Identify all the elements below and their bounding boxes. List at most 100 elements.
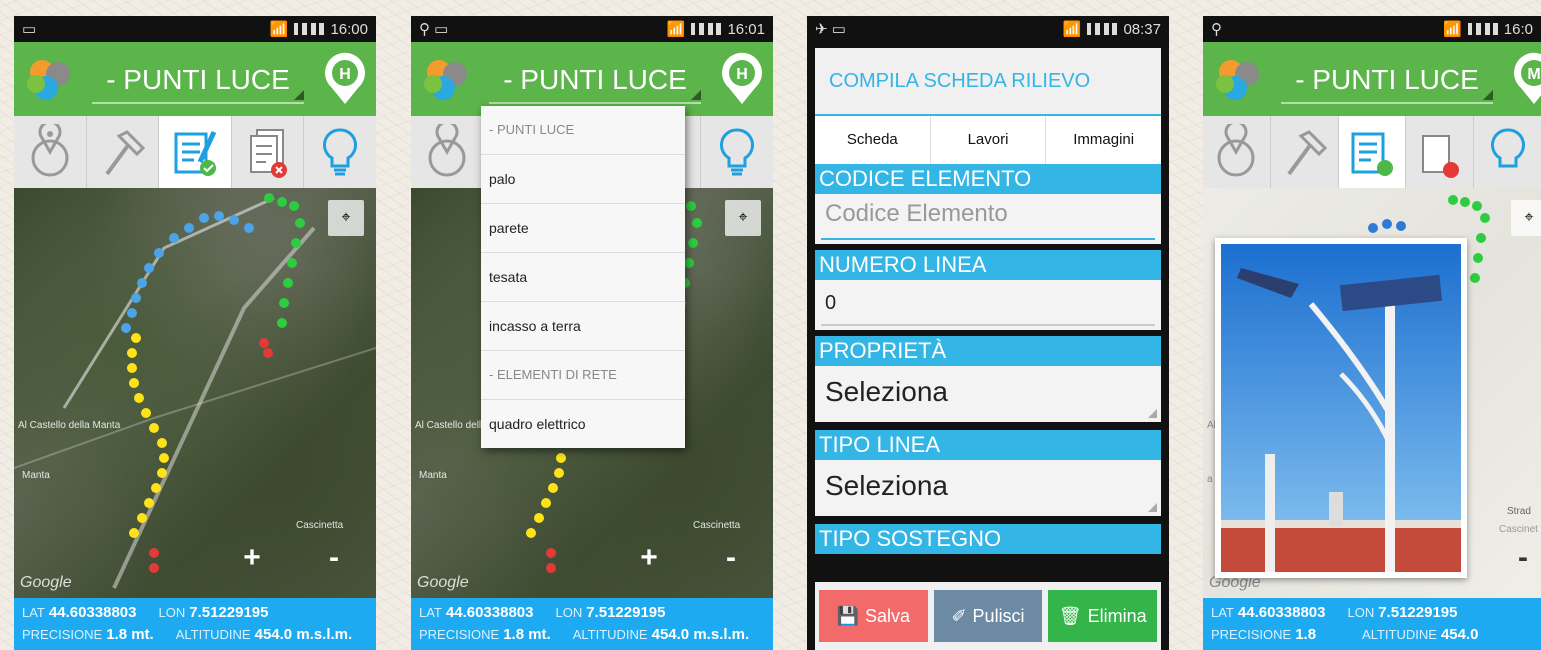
map-marker[interactable] — [131, 293, 141, 303]
map-marker[interactable] — [259, 338, 269, 348]
map-marker[interactable] — [1368, 223, 1378, 233]
map-marker[interactable] — [1396, 221, 1406, 231]
tool-map[interactable] — [411, 116, 484, 188]
map-marker[interactable] — [1476, 233, 1486, 243]
map-marker[interactable] — [686, 201, 696, 211]
category-spinner[interactable]: - PUNTI LUCE — [92, 58, 304, 104]
category-spinner[interactable]: - PUNTI LUCE — [1281, 58, 1493, 104]
road-map[interactable]: ⌖ Al a Strad Cascinet - Google — [1203, 188, 1541, 598]
marker-pin-icon[interactable]: H — [719, 52, 765, 106]
map-marker[interactable] — [134, 393, 144, 403]
tab-scheda[interactable]: Scheda — [815, 116, 931, 164]
map-marker[interactable] — [546, 548, 556, 558]
map-marker[interactable] — [277, 197, 287, 207]
map-marker[interactable] — [127, 348, 137, 358]
map-marker[interactable] — [554, 468, 564, 478]
dropdown-item-quadro[interactable]: quadro elettrico — [481, 400, 685, 448]
zoom-out-button[interactable]: - — [1503, 538, 1541, 578]
map-marker[interactable] — [1473, 253, 1483, 263]
map-marker[interactable] — [1460, 197, 1470, 207]
map-marker[interactable] — [127, 308, 137, 318]
map-marker[interactable] — [1448, 195, 1458, 205]
map-marker[interactable] — [214, 211, 224, 221]
map-marker[interactable] — [688, 238, 698, 248]
map-marker[interactable] — [289, 201, 299, 211]
map-marker[interactable] — [144, 263, 154, 273]
map-marker[interactable] — [137, 278, 147, 288]
tab-immagini[interactable]: Immagini — [1046, 116, 1161, 164]
map-marker[interactable] — [121, 323, 131, 333]
map-marker[interactable] — [1470, 273, 1480, 283]
clear-button[interactable]: ✐ Pulisci — [933, 590, 1043, 642]
tool-delete-docs[interactable] — [1406, 116, 1475, 188]
map-marker[interactable] — [131, 333, 141, 343]
tool-edit[interactable] — [1338, 116, 1407, 188]
map-marker[interactable] — [283, 278, 293, 288]
tool-lights[interactable] — [1474, 116, 1541, 188]
codice-elemento-field[interactable]: Codice Elemento — [815, 194, 1161, 244]
map-marker[interactable] — [154, 248, 164, 258]
tool-works[interactable] — [1271, 116, 1339, 188]
delete-button[interactable]: 🗑 Elimina — [1048, 590, 1158, 642]
map-marker[interactable] — [264, 193, 274, 203]
map-marker[interactable] — [548, 483, 558, 493]
map-marker[interactable] — [184, 223, 194, 233]
locate-button[interactable]: ⌖ — [725, 200, 761, 236]
map-marker[interactable] — [149, 548, 159, 558]
proprieta-select[interactable]: Seleziona — [815, 366, 1161, 422]
map-marker[interactable] — [141, 408, 151, 418]
zoom-in-button[interactable]: + — [232, 538, 272, 578]
tool-lights[interactable] — [701, 116, 773, 188]
dropdown-item-tesata[interactable]: tesata — [481, 253, 685, 302]
tool-map[interactable] — [14, 116, 87, 188]
map-marker[interactable] — [534, 513, 544, 523]
dropdown-item-parete[interactable]: parete — [481, 204, 685, 253]
map-marker[interactable] — [277, 318, 287, 328]
tool-works[interactable] — [87, 116, 160, 188]
map-marker[interactable] — [541, 498, 551, 508]
map-marker[interactable] — [1480, 213, 1490, 223]
map-marker[interactable] — [137, 513, 147, 523]
map-marker[interactable] — [169, 233, 179, 243]
tool-map[interactable] — [1203, 116, 1271, 188]
map-marker[interactable] — [157, 438, 167, 448]
map-marker[interactable] — [144, 498, 154, 508]
map-marker[interactable] — [556, 453, 566, 463]
map-marker[interactable] — [263, 348, 273, 358]
map-marker[interactable] — [149, 423, 159, 433]
category-spinner[interactable]: - PUNTI LUCE — [489, 58, 701, 104]
dropdown-item-palo[interactable]: palo — [481, 155, 685, 204]
zoom-out-button[interactable]: - — [314, 538, 354, 578]
satellite-map[interactable]: ⌖ Al Castello della Manta Manta Cascinet… — [14, 188, 376, 598]
map-marker[interactable] — [692, 218, 702, 228]
marker-pin-icon[interactable]: H — [322, 52, 368, 106]
map-marker[interactable] — [1472, 201, 1482, 211]
map-marker[interactable] — [199, 213, 209, 223]
tool-lights[interactable] — [304, 116, 376, 188]
map-marker[interactable] — [151, 483, 161, 493]
map-marker[interactable] — [287, 258, 297, 268]
tool-edit[interactable] — [159, 116, 232, 188]
numero-linea-field[interactable]: 0 — [815, 280, 1161, 330]
map-marker[interactable] — [129, 378, 139, 388]
map-marker[interactable] — [149, 563, 159, 573]
zoom-in-button[interactable]: + — [629, 538, 669, 578]
map-marker[interactable] — [127, 363, 137, 373]
map-marker[interactable] — [159, 453, 169, 463]
dropdown-item-incasso[interactable]: incasso a terra — [481, 302, 685, 351]
tab-lavori[interactable]: Lavori — [931, 116, 1047, 164]
save-button[interactable]: 💾 Salva — [819, 590, 928, 642]
zoom-out-button[interactable]: - — [711, 538, 751, 578]
map-marker[interactable] — [684, 258, 694, 268]
map-marker[interactable] — [546, 563, 556, 573]
map-marker[interactable] — [229, 215, 239, 225]
tipo-linea-select[interactable]: Seleziona — [815, 460, 1161, 516]
marker-pin-icon[interactable]: M — [1511, 52, 1541, 106]
map-marker[interactable] — [129, 528, 139, 538]
map-marker[interactable] — [295, 218, 305, 228]
streetlight-photo[interactable] — [1215, 238, 1467, 578]
locate-button[interactable]: ⌖ — [328, 200, 364, 236]
locate-button[interactable]: ⌖ — [1511, 200, 1541, 236]
map-marker[interactable] — [244, 223, 254, 233]
map-marker[interactable] — [1382, 219, 1392, 229]
